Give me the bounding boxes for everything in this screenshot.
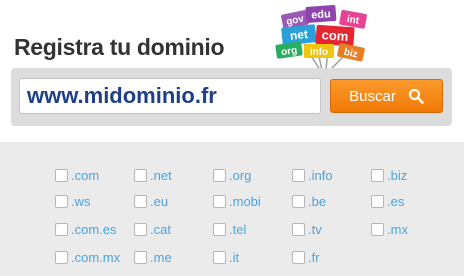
logo-tag-org-text: org bbox=[280, 45, 297, 58]
ext-option-ws[interactable]: .ws bbox=[55, 191, 91, 211]
ext-option-tv[interactable]: .tv bbox=[292, 219, 322, 239]
ext-option-me[interactable]: .me bbox=[134, 247, 172, 267]
ext-checkbox[interactable] bbox=[55, 194, 68, 208]
ext-checkbox[interactable] bbox=[213, 250, 226, 264]
ext-option-be[interactable]: .be bbox=[292, 191, 326, 211]
ext-option-mobi[interactable]: .mobi bbox=[213, 191, 261, 211]
ext-label: .mx bbox=[387, 221, 408, 237]
ext-option-mx[interactable]: .mx bbox=[371, 219, 408, 239]
ext-checkbox[interactable] bbox=[134, 250, 147, 264]
ext-checkbox[interactable] bbox=[292, 250, 305, 264]
ext-checkbox[interactable] bbox=[213, 194, 226, 208]
logo-tag-com-text: com bbox=[321, 27, 349, 44]
ext-option-com[interactable]: .com bbox=[55, 165, 99, 185]
logo-tag-net-text: net bbox=[289, 27, 308, 43]
ext-checkbox[interactable] bbox=[55, 222, 68, 236]
ext-label: .tv bbox=[308, 221, 322, 237]
ext-label: .fr bbox=[308, 249, 320, 265]
ext-label: .ws bbox=[71, 193, 91, 209]
ext-label: .eu bbox=[150, 193, 169, 209]
ext-option-fr[interactable]: .fr bbox=[292, 247, 320, 267]
ext-option-cat[interactable]: .cat bbox=[134, 219, 171, 239]
ext-checkbox[interactable] bbox=[292, 222, 305, 236]
ext-label: .com.mx bbox=[71, 249, 121, 265]
logo-tag-info-text: info bbox=[310, 47, 328, 58]
ext-option-tel[interactable]: .tel bbox=[213, 219, 246, 239]
ext-label: .tel bbox=[229, 221, 247, 237]
ext-label: .mobi bbox=[229, 193, 261, 209]
search-icon bbox=[408, 88, 424, 104]
ext-option-org[interactable]: .org bbox=[213, 165, 251, 185]
ext-option-biz[interactable]: .biz bbox=[371, 165, 407, 185]
buscar-button[interactable]: Buscar bbox=[330, 79, 443, 113]
ext-label: .info bbox=[308, 167, 333, 183]
ext-option-eu[interactable]: .eu bbox=[134, 191, 168, 211]
ext-checkbox[interactable] bbox=[292, 168, 305, 182]
ext-label: .com.es bbox=[71, 221, 117, 237]
ext-option-it[interactable]: .it bbox=[213, 247, 239, 267]
ext-label: .biz bbox=[387, 167, 408, 183]
ext-option-es[interactable]: .es bbox=[371, 191, 404, 211]
ext-checkbox[interactable] bbox=[134, 168, 147, 182]
ext-checkbox[interactable] bbox=[55, 168, 68, 182]
ext-checkbox[interactable] bbox=[371, 194, 384, 208]
ext-label: .net bbox=[150, 167, 172, 183]
buscar-button-label: Buscar bbox=[349, 87, 396, 105]
extensions-panel: .com .net .org .info .biz .ws .eu .mobi … bbox=[0, 142, 464, 276]
ext-option-com-es[interactable]: .com.es bbox=[55, 219, 117, 239]
ext-label: .org bbox=[229, 167, 252, 183]
ext-checkbox[interactable] bbox=[55, 250, 68, 264]
ext-label: .it bbox=[229, 249, 240, 265]
ext-option-com-mx[interactable]: .com.mx bbox=[55, 247, 120, 267]
ext-label: .me bbox=[150, 249, 172, 265]
ext-checkbox[interactable] bbox=[134, 222, 147, 236]
ext-checkbox[interactable] bbox=[371, 168, 384, 182]
ext-label: .be bbox=[308, 193, 327, 209]
logo-tag-edu-text: edu bbox=[311, 8, 331, 21]
ext-checkbox[interactable] bbox=[371, 222, 384, 236]
ext-checkbox[interactable] bbox=[292, 194, 305, 208]
ext-checkbox[interactable] bbox=[213, 168, 226, 182]
domain-tags-logo: gov edu int net com org info biz bbox=[275, 5, 367, 70]
ext-label: .com bbox=[71, 167, 100, 183]
ext-checkbox[interactable] bbox=[134, 194, 147, 208]
page-title: Registra tu dominio bbox=[14, 34, 225, 60]
ext-option-net[interactable]: .net bbox=[134, 165, 172, 185]
ext-label: .es bbox=[387, 193, 405, 209]
ext-checkbox[interactable] bbox=[213, 222, 226, 236]
ext-label: .cat bbox=[150, 221, 171, 237]
domain-search-input[interactable] bbox=[19, 78, 321, 114]
ext-option-info[interactable]: .info bbox=[292, 165, 333, 185]
logo-tag-biz-text: biz bbox=[343, 47, 359, 61]
